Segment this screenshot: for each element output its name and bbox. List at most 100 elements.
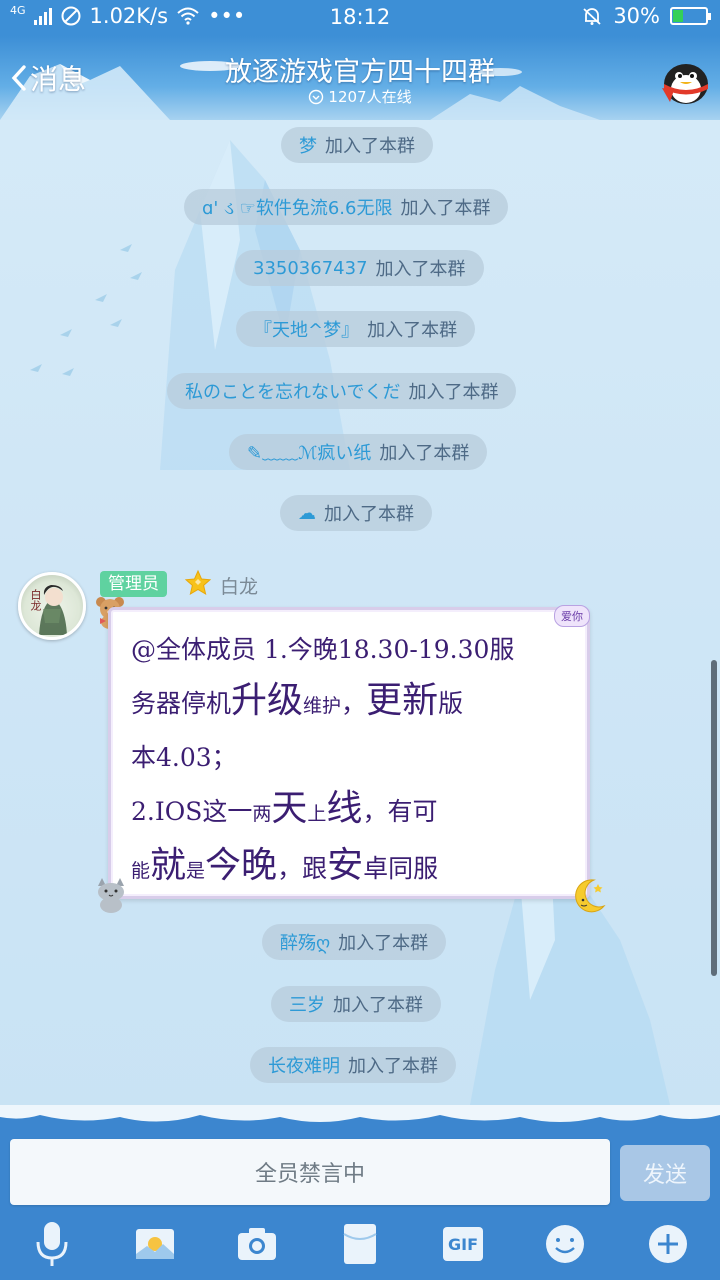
message-text: 2.IOS这 [131, 797, 228, 826]
member-nickname[interactable]: 私のことを忘れないでくだ [185, 378, 400, 404]
join-text: 加入了本群 [408, 382, 499, 403]
message-line-2: 务器停机升级维护，更新版 [131, 675, 569, 732]
chat-screen: 4G 1.02K/s ••• 18:12 30% 消息 放逐游戏官方四十四群 1… [0, 0, 720, 1280]
send-label: 发送 [642, 1163, 687, 1188]
message-text: 卓同服 [363, 854, 439, 883]
star-icon [184, 569, 212, 596]
love-sticker: 爱你 [554, 605, 590, 627]
chat-header: 消息 放逐游戏官方四十四群 1207人在线 [0, 36, 720, 120]
join-text: 加入了本群 [367, 320, 458, 341]
gif-icon: GIF [443, 1227, 483, 1261]
status-right: 30% [581, 4, 711, 28]
member-nickname[interactable]: ☁ [298, 503, 316, 524]
message-text: 天 [271, 788, 308, 829]
group-title: 放逐游戏官方四十四群 [225, 57, 495, 88]
member-nickname[interactable]: ✎﹏﹏ℳ疯い纸 [247, 439, 371, 465]
love-sticker-text: 爱你 [561, 610, 583, 623]
message-text: 两 [252, 803, 272, 825]
system-message: 三岁 加入了本群 [271, 986, 441, 1022]
member-nickname[interactable]: 三岁 [289, 991, 325, 1017]
gif-label: GIF [447, 1234, 478, 1254]
message-text: 版 [438, 689, 464, 718]
system-message: 『天地^梦』 加入了本群 [236, 311, 476, 347]
message-line-5: 能就是今晚，跟安卓同服 [131, 840, 569, 897]
snow-edge-decor [0, 1105, 720, 1122]
system-message: ✎﹏﹏ℳ疯い纸 加入了本群 [229, 434, 488, 470]
camera-button[interactable] [230, 1217, 284, 1271]
scrollbar[interactable] [711, 660, 717, 976]
message-text: ，跟 [277, 854, 328, 883]
member-nickname[interactable]: 3350367437 [253, 258, 368, 279]
join-text: 加入了本群 [400, 198, 491, 219]
camera-icon [238, 1228, 276, 1260]
sender-name[interactable]: 白龙 [220, 572, 258, 599]
join-text: 加入了本群 [333, 995, 423, 1016]
join-text: 加入了本群 [324, 504, 414, 525]
avatar-text: 白龙 [29, 589, 42, 611]
red-packet-icon [343, 1224, 377, 1264]
message-bubble[interactable]: @全体成员 1.今晚18.30-19.30服 务器停机升级维护，更新版 本4.0… [108, 607, 590, 899]
sender-avatar[interactable]: 白龙 [18, 572, 86, 640]
join-text: 加入了本群 [379, 443, 470, 464]
message-text: 维护 [303, 695, 342, 717]
red-packet-button[interactable] [333, 1217, 387, 1271]
member-nickname[interactable]: 醉殇ღ [280, 929, 330, 955]
join-text: 加入了本群 [375, 259, 466, 280]
send-button[interactable]: 发送 [620, 1145, 710, 1201]
member-nickname[interactable]: 长夜难明 [268, 1052, 340, 1078]
message-text: 更新 [366, 680, 439, 721]
message-text: 线 [326, 788, 363, 829]
system-message: 醉殇ღ 加入了本群 [262, 924, 447, 960]
microphone-icon [36, 1222, 68, 1266]
message-text: 本4.03； [131, 743, 237, 772]
join-text: 加入了本群 [338, 933, 429, 954]
photo-icon [136, 1229, 174, 1259]
gif-button[interactable]: GIF [436, 1217, 490, 1271]
mute-text: 全员禁言中 [254, 1162, 365, 1187]
input-toolbar: GIF [0, 1217, 720, 1280]
bell-off-icon [583, 8, 601, 25]
member-nickname[interactable]: 梦 [299, 132, 317, 158]
message-line-4: 2.IOS这一两天上线，有可 [131, 783, 569, 840]
member-nickname[interactable]: 『天地^梦』 [254, 316, 359, 342]
system-message: 梦 加入了本群 [281, 127, 433, 163]
input-area: 全员禁言中 发送 GIF [0, 1105, 720, 1280]
message-text: ， [341, 689, 367, 718]
status-bar: 4G 1.02K/s ••• 18:12 30% [0, 0, 720, 36]
system-message: 私のことを忘れないでくだ 加入了本群 [167, 373, 517, 409]
message-text: 升级 [231, 680, 304, 721]
voice-button[interactable] [25, 1217, 79, 1271]
message-text: 务器停机 [131, 689, 232, 718]
message-text: ，有可 [362, 797, 438, 826]
group-profile-icon[interactable] [658, 54, 714, 106]
online-text: 1207人在线 [328, 88, 412, 106]
message-text: 能 [131, 860, 151, 882]
system-message: ☁ 加入了本群 [280, 495, 432, 531]
join-text: 加入了本群 [325, 136, 415, 157]
member-nickname[interactable]: ɑ' ડ ☞软件免流6.6无限 [202, 194, 392, 220]
message-line-1: @全体成员 1.今晚18.30-19.30服 [131, 624, 569, 675]
online-count: 1207人在线 [0, 86, 720, 107]
join-text: 加入了本群 [348, 1056, 438, 1077]
battery-icon [670, 7, 711, 25]
plus-icon [649, 1225, 687, 1263]
message-text: 上 [307, 803, 327, 825]
emoji-icon [546, 1225, 584, 1263]
message-list[interactable]: 梦 加入了本群 ɑ' ડ ☞软件免流6.6无限 加入了本群 3350367437… [0, 120, 720, 1105]
message-text: 是 [186, 860, 206, 882]
system-message: 3350367437 加入了本群 [235, 250, 484, 286]
message-text: 就 [150, 845, 187, 886]
message-text: @全体成员 1.今晚18.30-19.30服 [131, 635, 515, 664]
cat-sticker-icon [98, 878, 124, 913]
photo-button[interactable] [128, 1217, 182, 1271]
message-text: 安 [327, 845, 364, 886]
emoji-button[interactable] [538, 1217, 592, 1271]
message-text: 今晚 [205, 845, 278, 886]
battery-percent: 30% [613, 4, 660, 28]
more-button[interactable] [641, 1217, 695, 1271]
moon-sticker-icon [575, 879, 606, 913]
chevron-down-circle-icon [309, 89, 324, 104]
system-message: 长夜难明 加入了本群 [250, 1047, 456, 1083]
admin-badge: 管理员 [100, 571, 167, 597]
message-text: 一 [227, 797, 253, 826]
